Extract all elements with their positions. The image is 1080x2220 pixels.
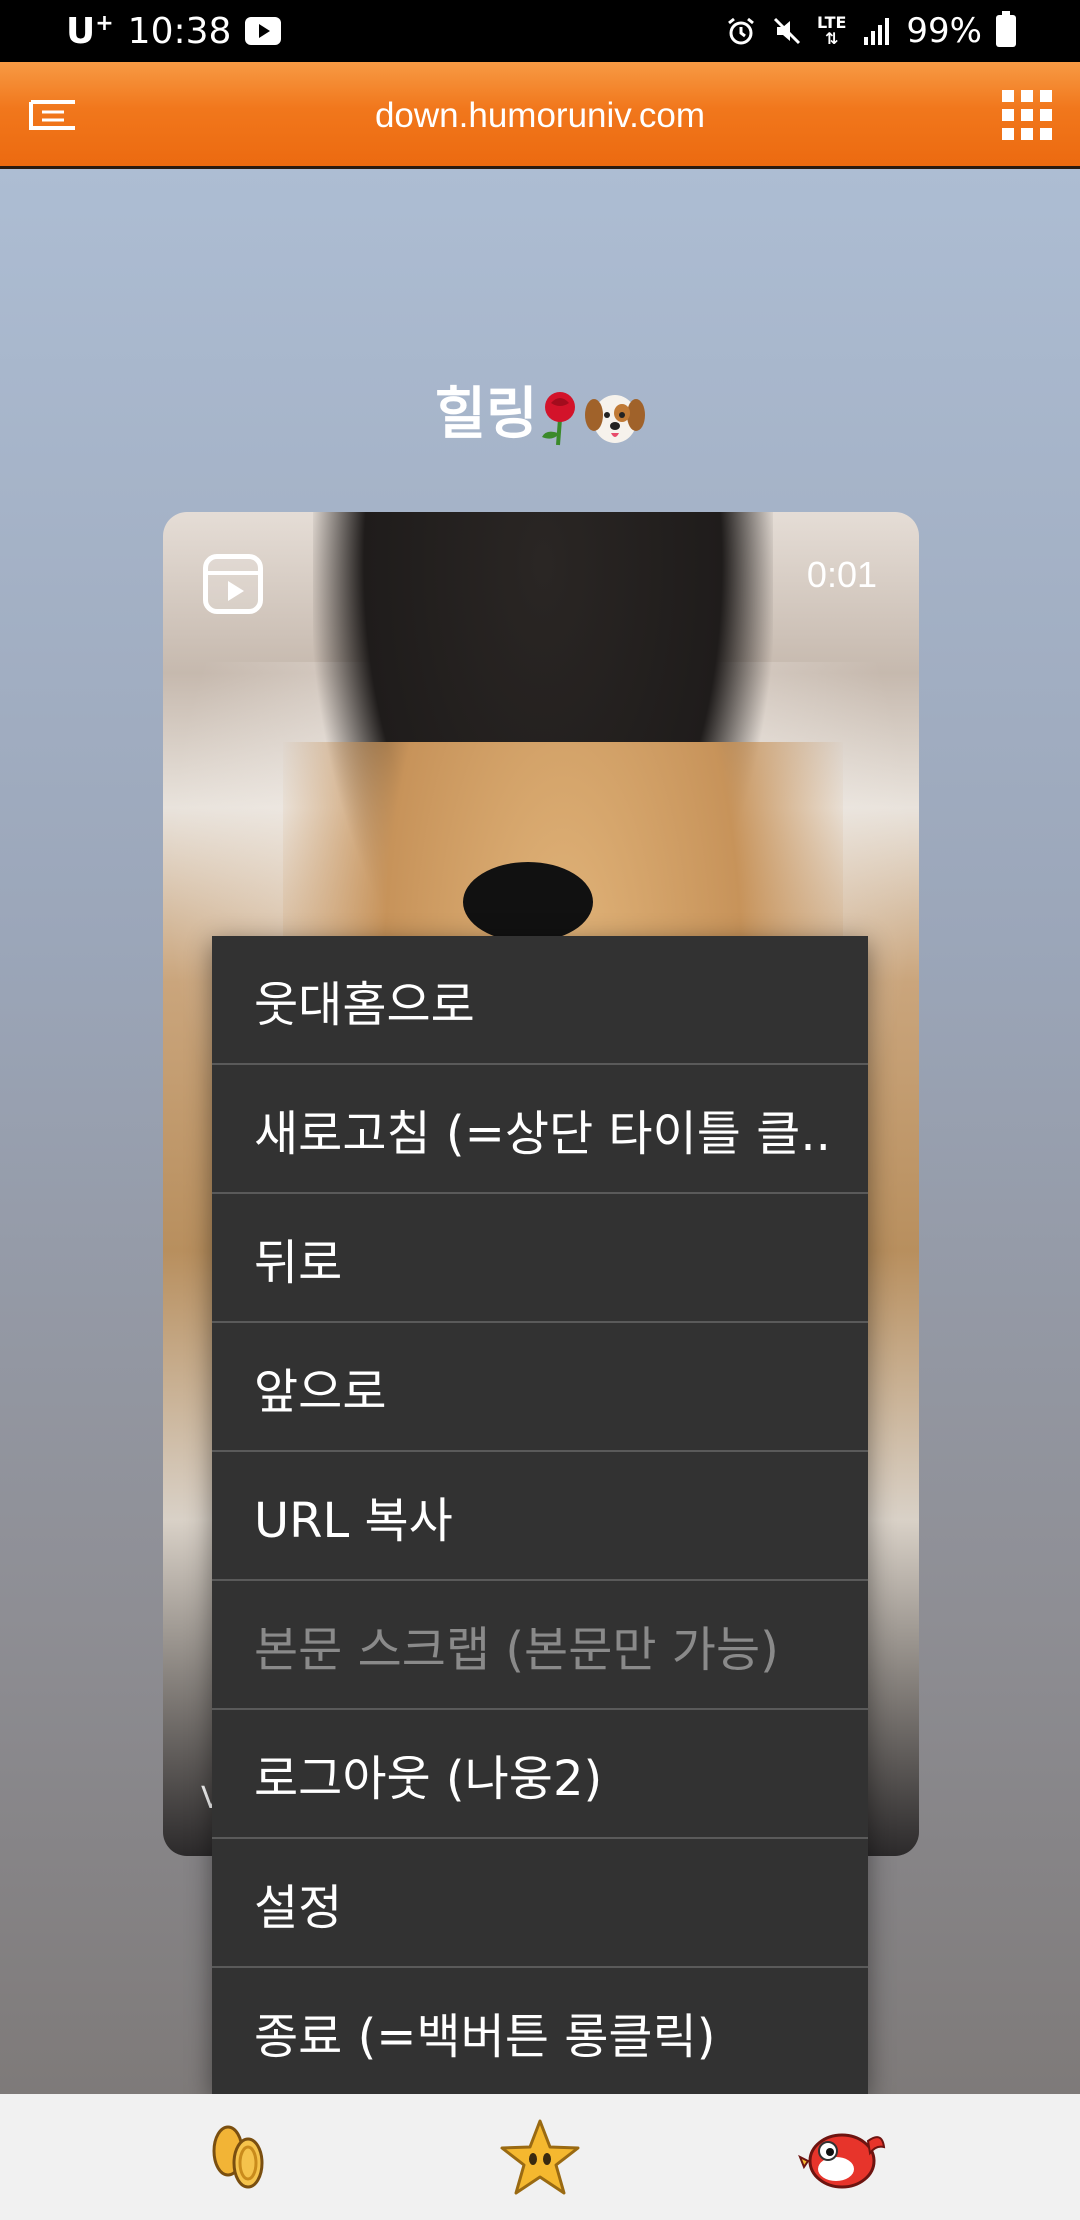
nav-star-button[interactable] [460,2094,620,2220]
network-label: LTE [817,13,847,32]
reels-icon [203,554,263,614]
carrier-label: U+ [66,11,114,52]
app-header: down.humoruniv.com [0,62,1080,169]
menu-item-label: 로그아웃 (나웅2) [254,1750,603,1807]
network-type: LTE ⇅ [817,13,847,48]
menu-item-home[interactable]: 웃대홈으로 [212,936,868,1065]
menu-item-label: 앞으로 [254,1363,387,1420]
menu-item-settings[interactable]: 설정 [212,1839,868,1968]
menu-item-label: 설정 [254,1879,343,1936]
bird-mascot-icon [798,2133,886,2189]
dog-emoji-icon [584,394,645,443]
menu-item-refresh[interactable]: 새로고침 (=상단 타이틀 클.. [212,1065,868,1194]
battery-percent: 99% [906,11,982,51]
status-right: LTE ⇅ 99% [725,0,1016,62]
menu-item-exit[interactable]: 종료 (=백버튼 롱클릭) [212,1968,868,2096]
nav-mascot-button[interactable] [763,2094,923,2220]
post-title-text: 힐링 [434,382,538,447]
mute-icon [773,17,801,45]
alarm-icon [728,17,754,45]
video-frame-dog-nose [463,862,593,942]
menu-item-label: 종료 (=백버튼 롱클릭) [254,2009,716,2065]
url-title[interactable]: down.humoruniv.com [0,62,1080,169]
menu-item-label: 본문 스크랩 (본문만 가능) [254,1621,779,1678]
clock: 10:38 [127,10,232,52]
bottom-nav [0,2094,1080,2220]
menu-item-back[interactable]: 뒤로 [212,1194,868,1323]
youtube-notification-icon [245,17,282,45]
menu-item-label: URL 복사 [254,1492,453,1549]
post-title: 힐링 [0,369,1080,450]
status-bar: U+ 10:38 LTE ⇅ 99% [0,0,1080,62]
status-left: U+ 10:38 [66,0,282,62]
context-menu: 웃대홈으로 새로고침 (=상단 타이틀 클.. 뒤로 앞으로 URL 복사 본문… [212,936,868,2096]
menu-item-copy-url[interactable]: URL 복사 [212,1452,868,1581]
rose-emoji-icon [541,391,575,446]
menu-item-logout[interactable]: 로그아웃 (나웅2) [212,1710,868,1839]
video-duration: 0:01 [806,554,877,595]
menu-item-forward[interactable]: 앞으로 [212,1323,868,1452]
carrier-sup: + [95,10,114,36]
menu-item-label: 웃대홈으로 [254,976,475,1033]
coins-icon [212,2125,264,2189]
menu-item-scrap: 본문 스크랩 (본문만 가능) [212,1581,868,1710]
signal-icon [864,18,890,45]
star-icon [500,2119,580,2195]
carrier-text: U [66,10,96,52]
battery-icon [996,11,1016,47]
menu-item-label: 새로고침 (=상단 타이틀 클.. [254,1105,831,1162]
nav-coins-button[interactable] [158,2094,318,2220]
menu-item-label: 뒤로 [254,1234,343,1291]
apps-grid-icon[interactable] [1002,90,1052,140]
